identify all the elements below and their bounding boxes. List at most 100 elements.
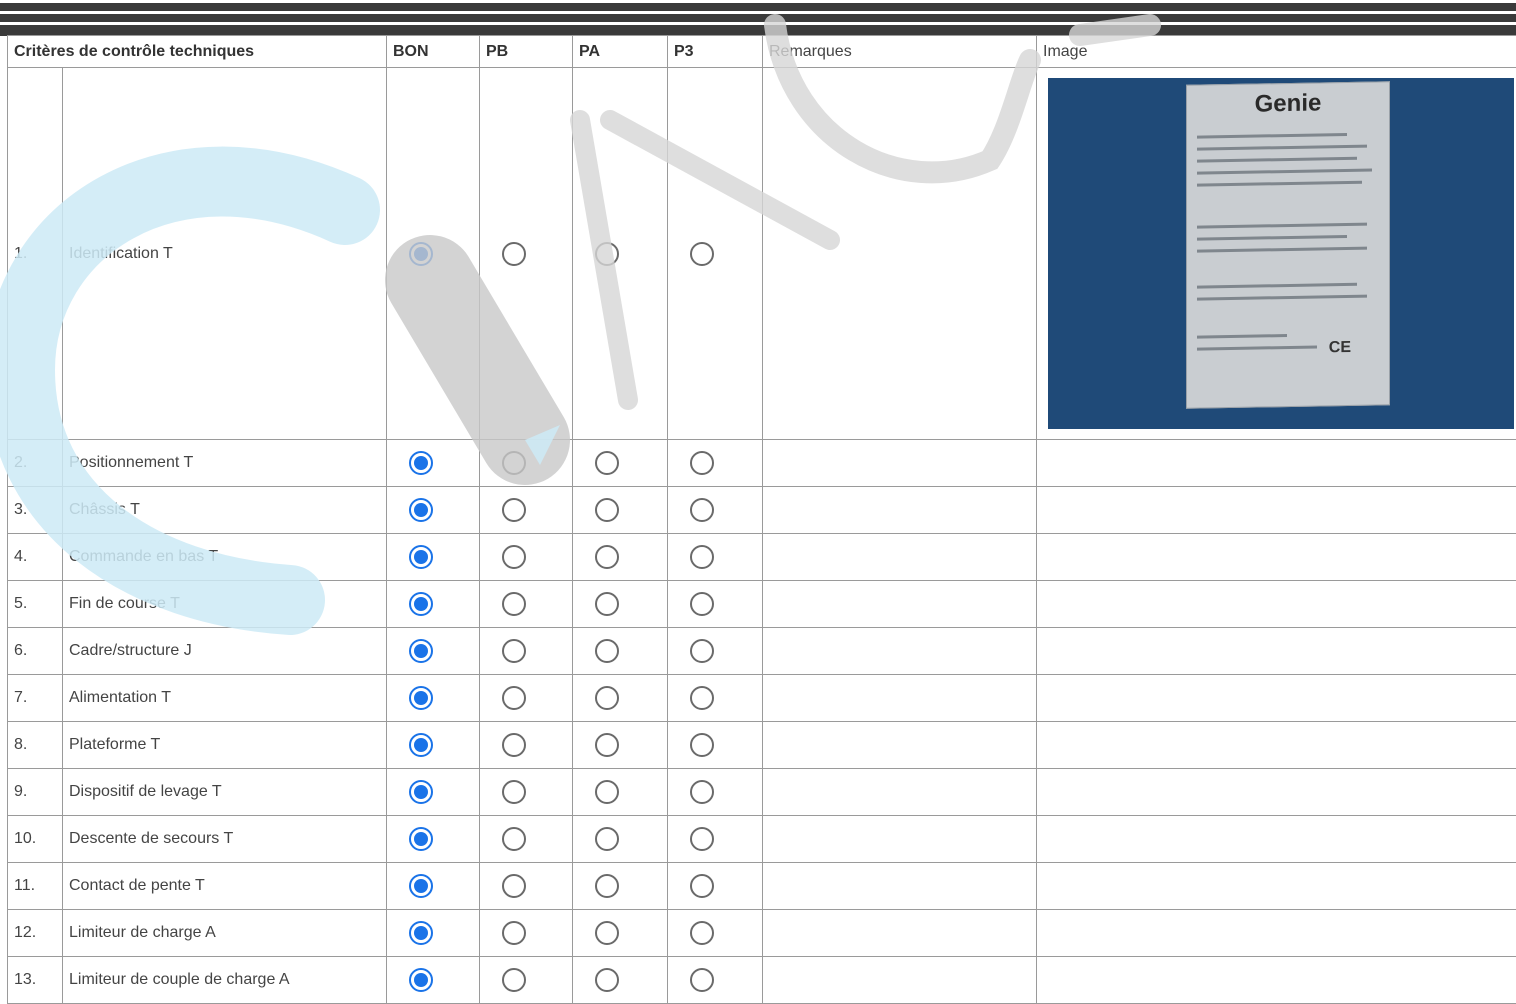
radio-cell-bon <box>387 534 480 581</box>
radio-p3[interactable] <box>690 592 714 616</box>
remarks-cell[interactable] <box>763 769 1037 816</box>
radio-pb[interactable] <box>502 639 526 663</box>
radio-bon[interactable] <box>409 733 433 757</box>
remarks-cell[interactable] <box>763 581 1037 628</box>
radio-bon[interactable] <box>409 780 433 804</box>
header-bar <box>0 14 1516 22</box>
plate-text-line <box>1197 145 1367 151</box>
radio-pb[interactable] <box>502 827 526 851</box>
image-cell <box>1037 722 1516 769</box>
radio-p3[interactable] <box>690 545 714 569</box>
plate-text-line <box>1197 334 1287 339</box>
remarks-cell[interactable] <box>763 487 1037 534</box>
radio-pa[interactable] <box>595 827 619 851</box>
remarks-cell[interactable] <box>763 440 1037 487</box>
radio-pa[interactable] <box>595 451 619 475</box>
radio-cell-p3 <box>668 769 763 816</box>
radio-bon[interactable] <box>409 242 433 266</box>
table-row: 11.Contact de pente T <box>8 863 1516 910</box>
remarks-cell[interactable] <box>763 863 1037 910</box>
radio-pa[interactable] <box>595 780 619 804</box>
table-row: 6.Cadre/structure J <box>8 628 1516 675</box>
radio-p3[interactable] <box>690 498 714 522</box>
radio-pb[interactable] <box>502 242 526 266</box>
remarks-cell[interactable] <box>763 534 1037 581</box>
radio-pb[interactable] <box>502 921 526 945</box>
radio-bon[interactable] <box>409 498 433 522</box>
radio-cell-pa <box>573 675 668 722</box>
radio-p3[interactable] <box>690 968 714 992</box>
radio-pa[interactable] <box>595 874 619 898</box>
remarks-cell[interactable] <box>763 68 1037 440</box>
row-number: 12. <box>8 910 63 957</box>
radio-pa[interactable] <box>595 686 619 710</box>
image-cell <box>1037 581 1516 628</box>
remarks-cell[interactable] <box>763 722 1037 769</box>
radio-p3[interactable] <box>690 921 714 945</box>
criterion-label: Dispositif de levage T <box>63 769 387 816</box>
radio-p3[interactable] <box>690 686 714 710</box>
radio-cell-pa <box>573 722 668 769</box>
radio-pb[interactable] <box>502 686 526 710</box>
radio-pb[interactable] <box>502 733 526 757</box>
row-number: 8. <box>8 722 63 769</box>
radio-bon[interactable] <box>409 921 433 945</box>
radio-pb[interactable] <box>502 451 526 475</box>
radio-bon[interactable] <box>409 827 433 851</box>
radio-cell-p3 <box>668 910 763 957</box>
radio-pb[interactable] <box>502 780 526 804</box>
radio-bon[interactable] <box>409 451 433 475</box>
radio-pa[interactable] <box>595 498 619 522</box>
radio-bon[interactable] <box>409 874 433 898</box>
table-row: 8.Plateforme T <box>8 722 1516 769</box>
radio-pa[interactable] <box>595 733 619 757</box>
row-number: 13. <box>8 957 63 1004</box>
radio-cell-p3 <box>668 675 763 722</box>
nameplate: GenieCE <box>1186 81 1390 409</box>
plate-text-line <box>1197 133 1347 139</box>
remarks-cell[interactable] <box>763 675 1037 722</box>
radio-bon[interactable] <box>409 968 433 992</box>
radio-cell-bon <box>387 487 480 534</box>
radio-cell-pb <box>480 581 573 628</box>
radio-pb[interactable] <box>502 968 526 992</box>
radio-p3[interactable] <box>690 874 714 898</box>
remarks-cell[interactable] <box>763 957 1037 1004</box>
radio-cell-pa <box>573 440 668 487</box>
radio-pa[interactable] <box>595 545 619 569</box>
radio-cell-pb <box>480 534 573 581</box>
radio-pb[interactable] <box>502 545 526 569</box>
radio-pb[interactable] <box>502 874 526 898</box>
radio-cell-pb <box>480 675 573 722</box>
radio-bon[interactable] <box>409 639 433 663</box>
radio-cell-pb <box>480 910 573 957</box>
row-number: 3. <box>8 487 63 534</box>
radio-cell-bon <box>387 581 480 628</box>
radio-p3[interactable] <box>690 827 714 851</box>
image-cell <box>1037 534 1516 581</box>
radio-cell-pb <box>480 769 573 816</box>
radio-cell-p3 <box>668 68 763 440</box>
remarks-cell[interactable] <box>763 910 1037 957</box>
radio-pa[interactable] <box>595 968 619 992</box>
radio-p3[interactable] <box>690 242 714 266</box>
remarks-cell[interactable] <box>763 816 1037 863</box>
radio-pb[interactable] <box>502 592 526 616</box>
radio-pa[interactable] <box>595 921 619 945</box>
radio-pa[interactable] <box>595 242 619 266</box>
criteria-header: Critères de contrôle techniques <box>8 36 387 68</box>
radio-bon[interactable] <box>409 592 433 616</box>
radio-cell-p3 <box>668 722 763 769</box>
radio-bon[interactable] <box>409 545 433 569</box>
radio-cell-pb <box>480 487 573 534</box>
radio-pa[interactable] <box>595 639 619 663</box>
radio-pb[interactable] <box>502 498 526 522</box>
radio-p3[interactable] <box>690 451 714 475</box>
radio-p3[interactable] <box>690 780 714 804</box>
radio-pa[interactable] <box>595 592 619 616</box>
radio-p3[interactable] <box>690 639 714 663</box>
radio-p3[interactable] <box>690 733 714 757</box>
radio-bon[interactable] <box>409 686 433 710</box>
remarks-cell[interactable] <box>763 628 1037 675</box>
radio-cell-pa <box>573 628 668 675</box>
